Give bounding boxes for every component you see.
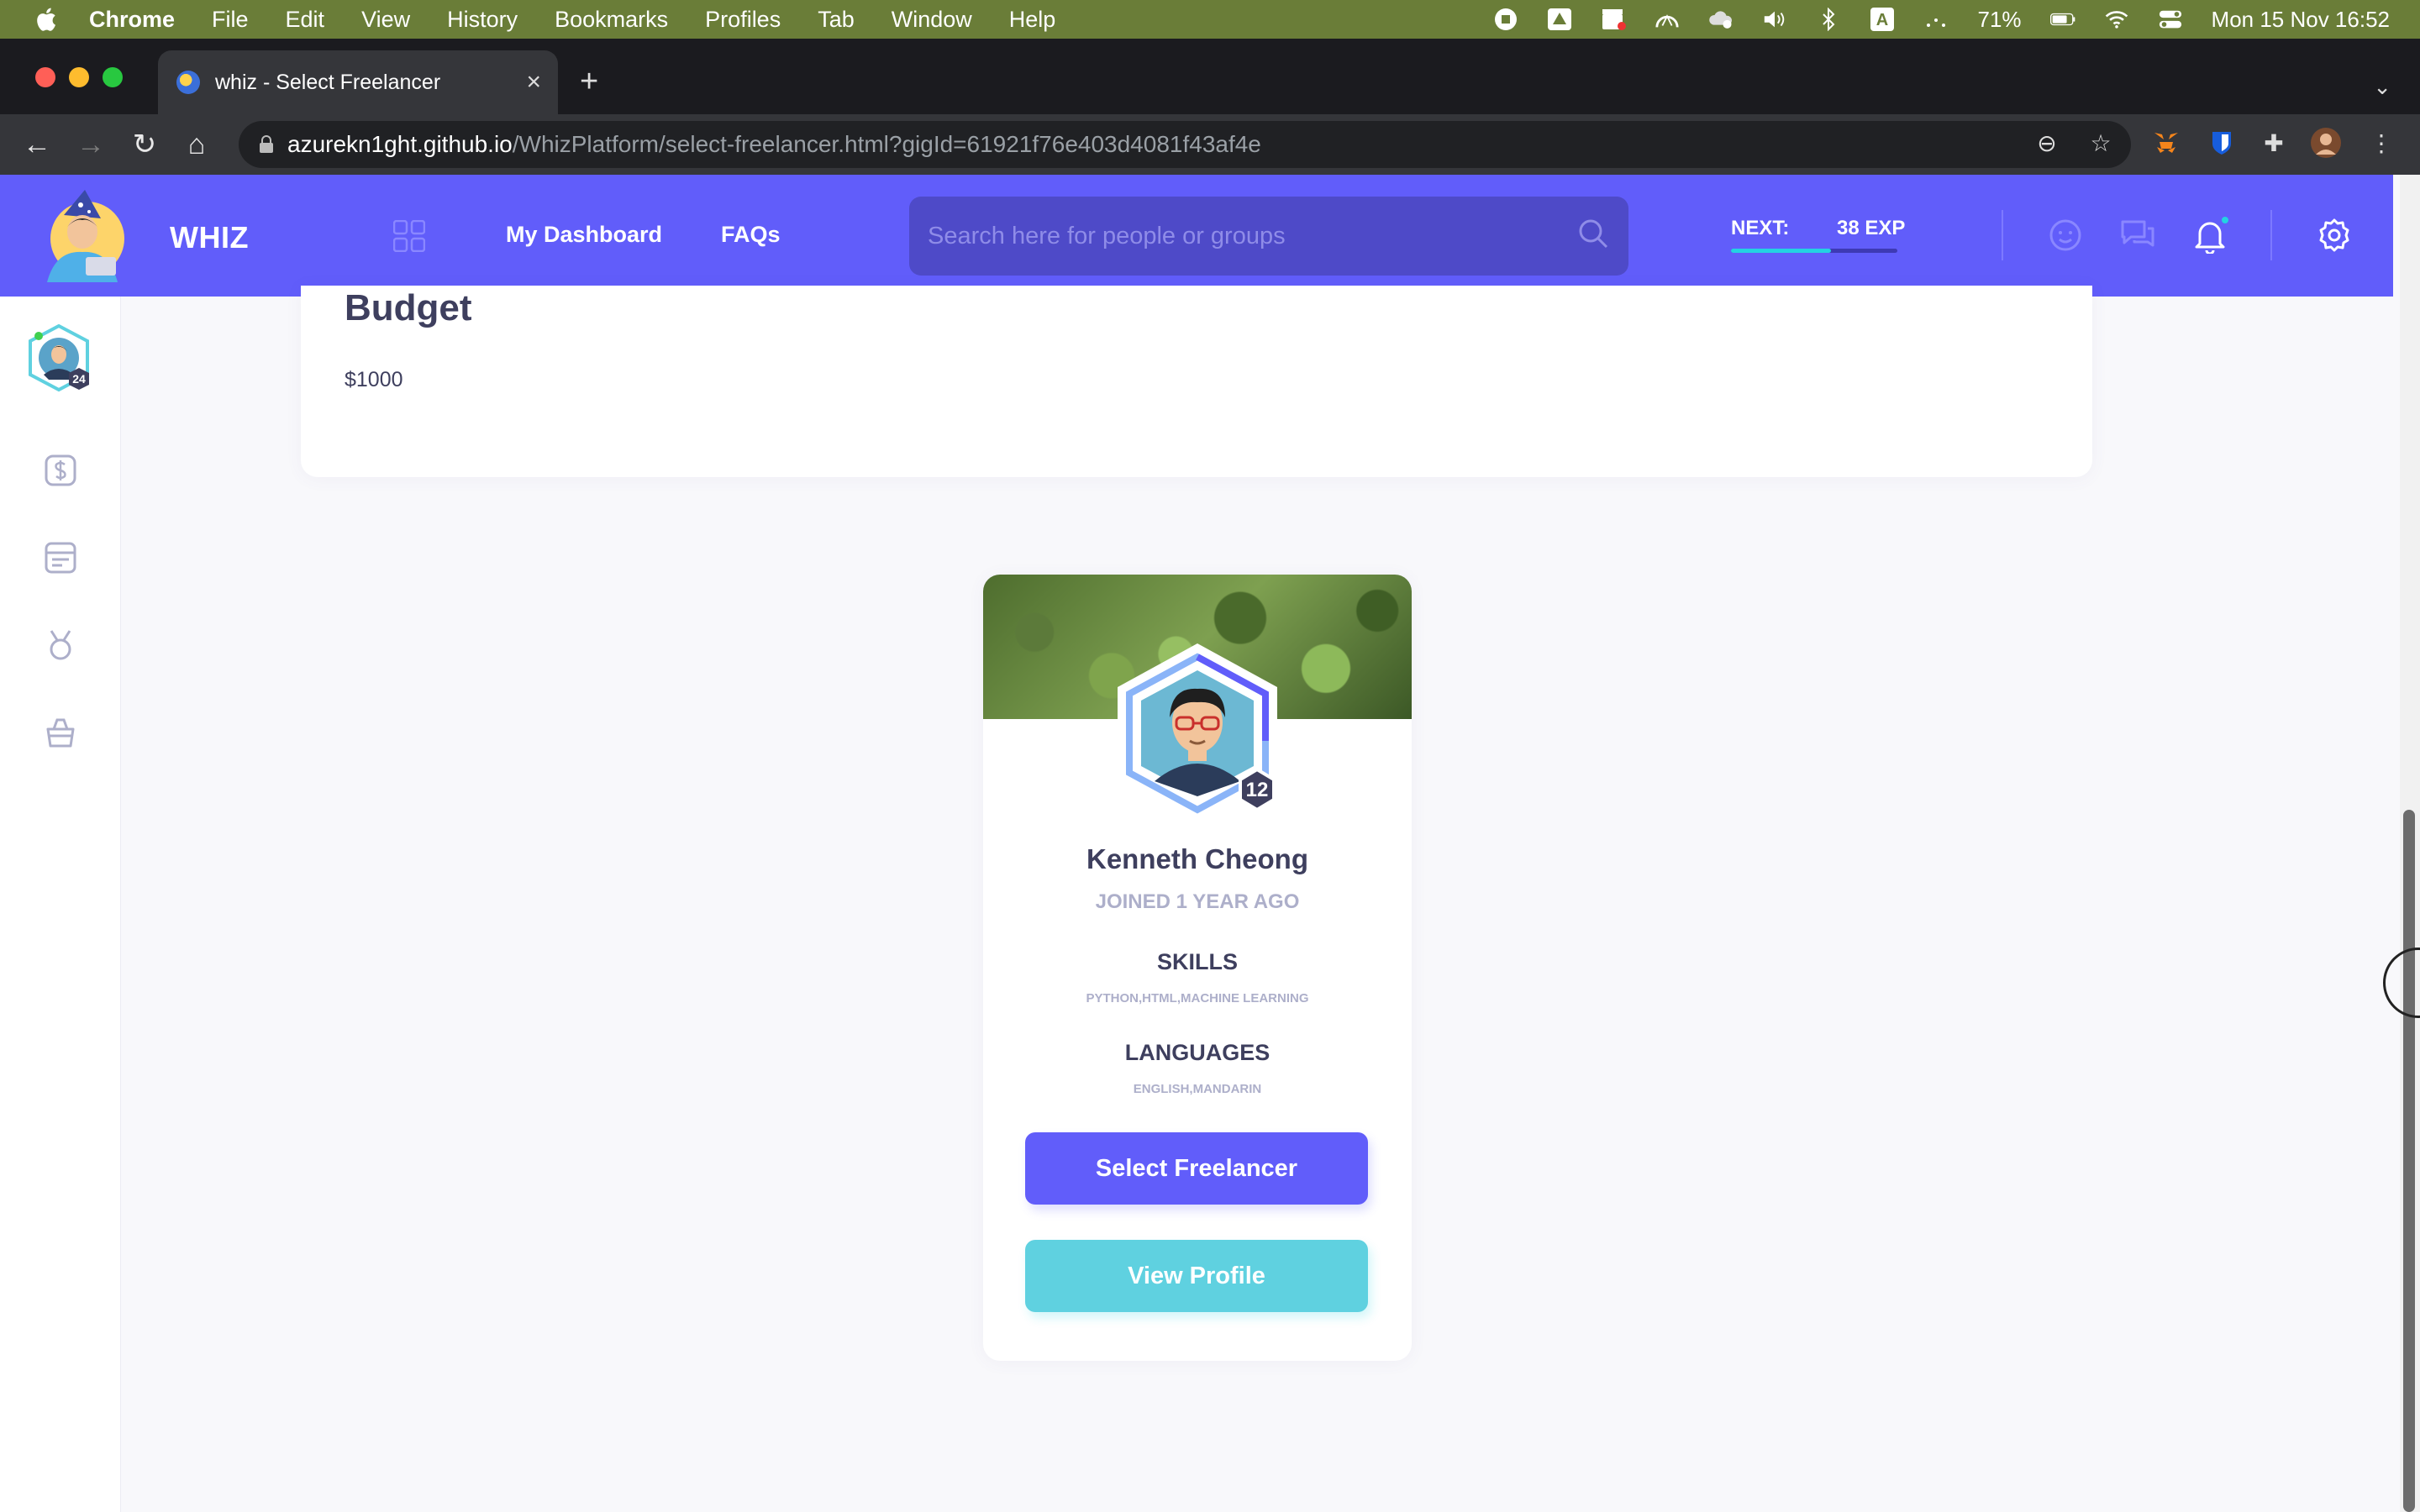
window-minimize-button[interactable] bbox=[69, 67, 89, 87]
menu-window[interactable]: Window bbox=[892, 7, 972, 33]
brand-name[interactable]: WHIZ bbox=[170, 220, 249, 255]
bookmark-star-icon[interactable]: ☆ bbox=[2086, 128, 2116, 158]
window-close-button[interactable] bbox=[35, 67, 55, 87]
back-icon[interactable]: ← bbox=[18, 126, 55, 163]
bitwarden-icon[interactable] bbox=[2207, 128, 2237, 158]
messages-icon[interactable] bbox=[2119, 217, 2156, 254]
gig-details-card bbox=[301, 286, 2092, 477]
skills-value: PYTHON,HTML,MACHINE LEARNING bbox=[1086, 991, 1309, 1005]
menu-help[interactable]: Help bbox=[1009, 7, 1056, 33]
browser-menu-icon[interactable]: ⋮ bbox=[2366, 128, 2396, 158]
grid-menu-icon[interactable] bbox=[393, 220, 425, 252]
dollar-icon[interactable] bbox=[44, 454, 77, 487]
sidebar-avatar-level: 24 bbox=[72, 372, 86, 386]
extensions-puzzle-icon[interactable]: ✚ bbox=[2259, 128, 2289, 158]
tab-title: whiz - Select Freelancer bbox=[215, 70, 441, 94]
exp-progress-label: NEXT: 38 EXP bbox=[1731, 217, 1905, 240]
battery-icon[interactable] bbox=[2049, 8, 2075, 30]
search-bar bbox=[909, 197, 1628, 276]
menubar-datetime[interactable]: Mon 15 Nov 16:52 bbox=[2212, 7, 2390, 33]
record-icon[interactable] bbox=[1493, 8, 1518, 30]
menu-view[interactable]: View bbox=[361, 7, 410, 33]
freelancer-level: 12 bbox=[1246, 779, 1269, 801]
menu-tab[interactable]: Tab bbox=[818, 7, 855, 33]
select-freelancer-button[interactable]: Select Freelancer bbox=[1025, 1132, 1368, 1205]
tab-close-icon[interactable]: × bbox=[526, 68, 541, 97]
badge-icon[interactable] bbox=[44, 628, 77, 662]
budget-value: $1000 bbox=[345, 368, 403, 391]
languages-title: LANGUAGES bbox=[1124, 1040, 1270, 1065]
volume-icon[interactable] bbox=[1762, 8, 1787, 30]
macos-menu-bar: Chrome File Edit View History Bookmarks … bbox=[0, 0, 2420, 39]
wifi-icon[interactable] bbox=[2104, 8, 2129, 30]
languages-value: ENGLISH,MANDARIN bbox=[1133, 1082, 1262, 1096]
exp-progress-bar bbox=[1731, 249, 1897, 253]
drive-icon[interactable] bbox=[1547, 8, 1572, 30]
sidebar-user-avatar[interactable]: 24 bbox=[27, 324, 96, 393]
friends-smiley-icon[interactable] bbox=[2047, 217, 2084, 254]
svg-text:A: A bbox=[1876, 11, 1888, 29]
lock-icon[interactable] bbox=[259, 135, 274, 154]
menu-history[interactable]: History bbox=[447, 7, 518, 33]
url-path: /WhizPlatform/select-freelancer.html?gig… bbox=[512, 131, 1261, 157]
menu-edit[interactable]: Edit bbox=[286, 7, 325, 33]
scrollbar-thumb[interactable] bbox=[2403, 810, 2415, 1512]
header-divider-2 bbox=[2270, 210, 2272, 260]
menu-file[interactable]: File bbox=[212, 7, 249, 33]
view-profile-button[interactable]: View Profile bbox=[1025, 1240, 1368, 1312]
exp-next-label: NEXT: bbox=[1731, 217, 1790, 239]
tab-search-chevron-icon[interactable]: ⌄ bbox=[2373, 74, 2391, 100]
battery-percent: 71% bbox=[1977, 6, 2022, 32]
control-center-icon[interactable] bbox=[2158, 8, 2183, 30]
newsfeed-icon[interactable] bbox=[44, 541, 77, 575]
freelancer-name[interactable]: Kenneth Cheong bbox=[983, 843, 1412, 875]
nav-faqs[interactable]: FAQs bbox=[721, 222, 781, 248]
cloud-icon[interactable] bbox=[1708, 8, 1733, 30]
menu-bookmarks[interactable]: Bookmarks bbox=[555, 7, 668, 33]
address-bar[interactable]: azurekn1ght.github.io/WhizPlatform/selec… bbox=[239, 121, 2131, 168]
metamask-icon[interactable] bbox=[2151, 128, 2181, 158]
notifications-bell-icon[interactable] bbox=[2191, 217, 2228, 254]
skills-title: SKILLS bbox=[1156, 949, 1238, 974]
menu-app-name[interactable]: Chrome bbox=[89, 7, 175, 33]
logo-avatar[interactable] bbox=[39, 190, 131, 282]
search-input[interactable] bbox=[928, 222, 1549, 250]
clapper-icon[interactable] bbox=[1601, 8, 1627, 30]
settings-gear-icon[interactable] bbox=[2316, 217, 2353, 254]
browser-tab-active[interactable]: whiz - Select Freelancer × bbox=[158, 50, 558, 114]
new-tab-icon[interactable]: + bbox=[580, 66, 598, 97]
profile-avatar[interactable] bbox=[2311, 128, 2341, 158]
tab-favicon-icon bbox=[176, 71, 200, 94]
status-area: A 71% Mon 15 Nov 16:52 bbox=[1493, 0, 2390, 39]
url-host: azurekn1ght.github.io bbox=[287, 131, 513, 157]
search-icon[interactable] bbox=[1576, 217, 1610, 250]
window-zoom-button[interactable] bbox=[103, 67, 123, 87]
zoom-icon[interactable]: ⊖ bbox=[2032, 128, 2062, 158]
freelancer-avatar[interactable]: 12 bbox=[1104, 640, 1291, 827]
exp-progress-fill bbox=[1731, 249, 1831, 253]
exp-value: 38 EXP bbox=[1837, 217, 1906, 239]
input-source-icon[interactable]: A bbox=[1870, 8, 1895, 31]
gauge-icon[interactable] bbox=[1655, 8, 1680, 30]
menu-profiles[interactable]: Profiles bbox=[705, 7, 781, 33]
wifi-dots-icon[interactable] bbox=[1923, 8, 1949, 30]
apple-icon[interactable] bbox=[34, 6, 57, 33]
bluetooth-icon[interactable] bbox=[1816, 8, 1841, 31]
freelancer-joined: JOINED 1 YEAR AGO bbox=[1095, 890, 1300, 913]
forward-icon[interactable]: → bbox=[72, 126, 109, 163]
budget-title: Budget bbox=[345, 287, 472, 328]
nav-my-dashboard[interactable]: My Dashboard bbox=[506, 222, 662, 248]
header-divider bbox=[2002, 210, 2003, 260]
mouse-cursor-indicator bbox=[2383, 948, 2420, 1018]
store-icon[interactable] bbox=[44, 716, 77, 749]
reload-icon[interactable]: ↻ bbox=[126, 126, 163, 163]
home-icon[interactable]: ⌂ bbox=[178, 126, 215, 163]
